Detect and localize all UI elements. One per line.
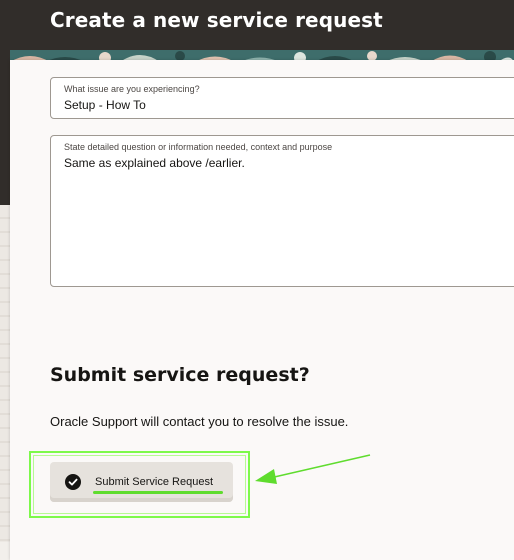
- details-field-value[interactable]: Same as explained above /earlier.: [64, 156, 245, 170]
- submit-section-description: Oracle Support will contact you to resol…: [50, 414, 349, 429]
- details-field-label: State detailed question or information n…: [64, 142, 333, 152]
- issue-field-label: What issue are you experiencing?: [64, 84, 200, 94]
- background-stripes: [0, 205, 10, 542]
- annotation-underline: [93, 491, 223, 494]
- submit-section-heading: Submit service request?: [50, 364, 310, 386]
- issue-field-value[interactable]: Setup - How To: [64, 98, 146, 112]
- issue-field[interactable]: What issue are you experiencing? Setup -…: [50, 77, 514, 119]
- check-circle-icon: [65, 474, 81, 490]
- annotation-arrow-icon: [255, 454, 371, 484]
- details-textarea[interactable]: State detailed question or information n…: [50, 135, 514, 287]
- page-title: Create a new service request: [50, 8, 383, 32]
- submit-button-label: Submit Service Request: [95, 476, 213, 488]
- submit-service-request-button[interactable]: Submit Service Request: [50, 462, 233, 502]
